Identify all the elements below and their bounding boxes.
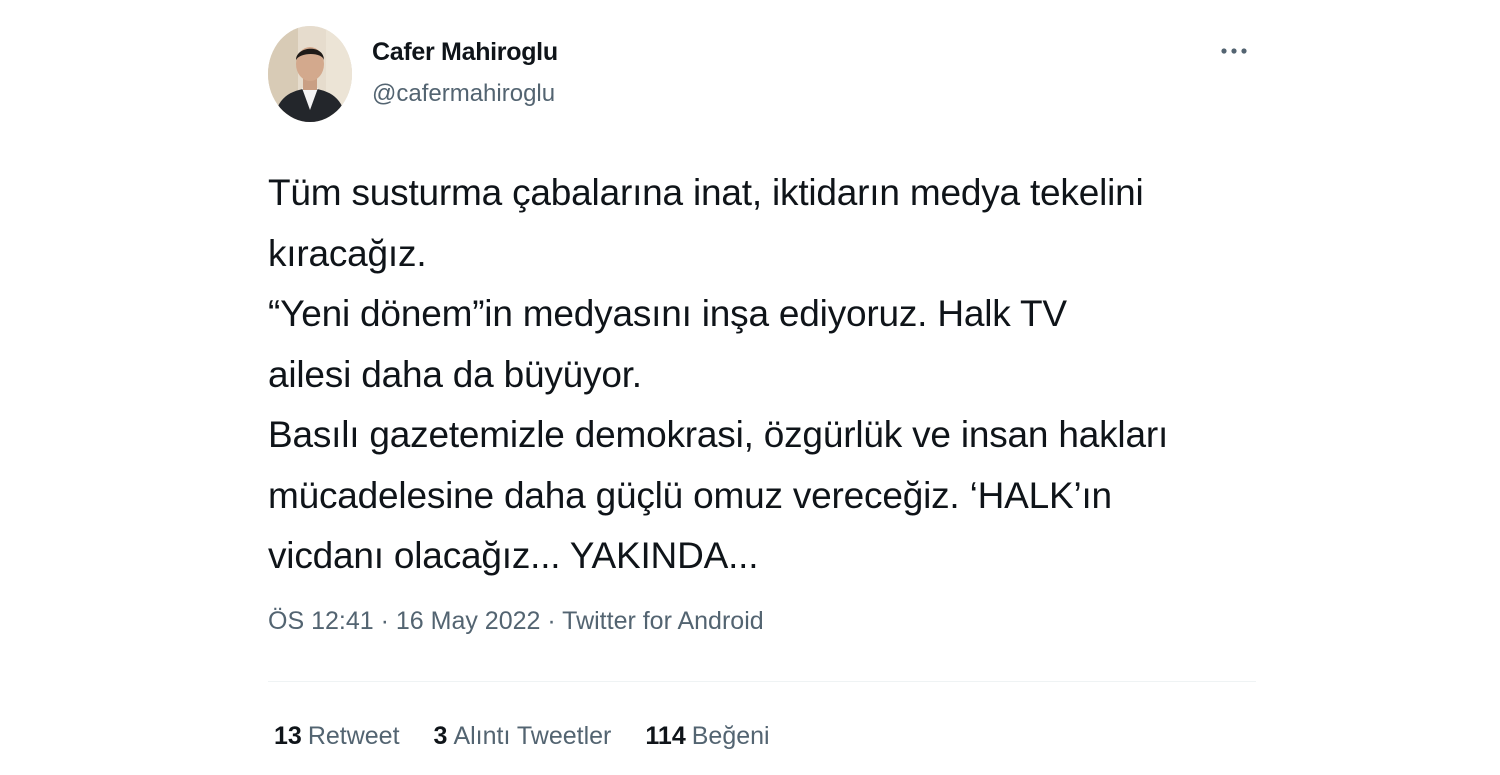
more-options-button[interactable] bbox=[1214, 38, 1254, 64]
meta-separator: · bbox=[373, 607, 396, 635]
likes-label: Beğeni bbox=[691, 722, 770, 750]
author-display-name[interactable]: Cafer Mahiroglu bbox=[372, 38, 558, 67]
author-handle[interactable]: @cafermahiroglu bbox=[372, 80, 555, 108]
divider bbox=[268, 681, 1256, 682]
meta-separator: · bbox=[540, 607, 563, 635]
quote-tweets-count: 3 bbox=[433, 722, 448, 750]
more-horizontal-icon bbox=[1221, 48, 1247, 54]
author-avatar[interactable] bbox=[268, 26, 352, 122]
tweet-metadata: ÖS 12:41 · 16 May 2022 · Twitter for And… bbox=[268, 607, 764, 636]
tweet-date[interactable]: 16 May 2022 bbox=[396, 607, 541, 635]
likes-count: 114 bbox=[645, 722, 686, 750]
likes-stat[interactable]: 114 Beğeni bbox=[645, 722, 769, 751]
profile-photo-icon bbox=[268, 26, 352, 122]
tweet-time[interactable]: ÖS 12:41 bbox=[268, 607, 374, 635]
tweet-source[interactable]: Twitter for Android bbox=[562, 607, 763, 635]
tweet-text: Tüm susturma çabalarına inat, iktidarın … bbox=[268, 172, 1169, 576]
tweet-stats: 13 Retweet 3 Alıntı Tweetler 114 Beğeni bbox=[274, 722, 770, 751]
retweets-label: Retweet bbox=[307, 722, 400, 750]
retweets-count: 13 bbox=[274, 722, 302, 750]
retweets-stat[interactable]: 13 Retweet bbox=[274, 722, 400, 751]
tweet-card: Cafer Mahiroglu @cafermahiroglu Tüm sust… bbox=[268, 20, 1258, 770]
quote-tweets-stat[interactable]: 3 Alıntı Tweetler bbox=[434, 722, 612, 751]
quote-tweets-label: Alıntı Tweetler bbox=[453, 722, 612, 750]
